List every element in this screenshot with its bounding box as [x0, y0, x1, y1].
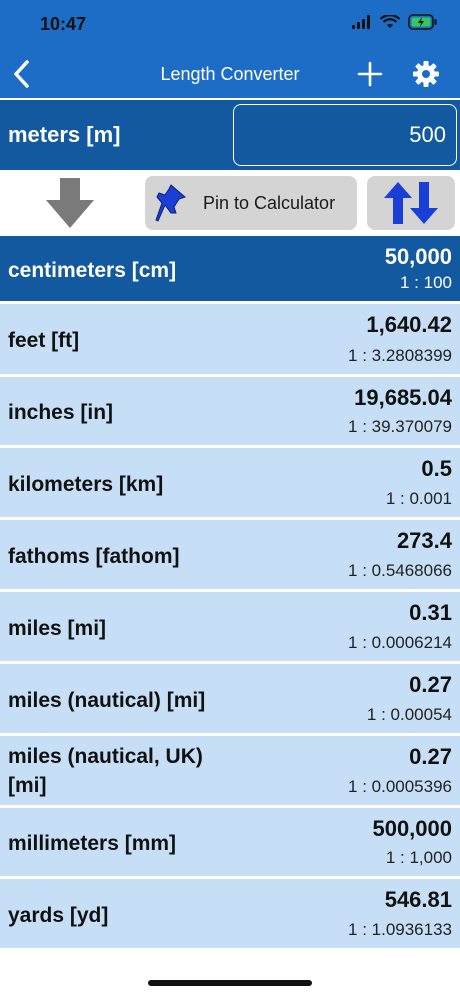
home-indicator[interactable]	[148, 980, 312, 986]
conversion-list: centimeters [cm] 50,000 1 : 100 feet [ft…	[0, 236, 460, 951]
list-item[interactable]: inches [in] 19,685.04 1 : 39.370079	[0, 377, 460, 448]
converted-value: 500,000	[372, 816, 452, 841]
unit-name-line2: [mi]	[8, 774, 47, 797]
unit-name: feet [ft]	[8, 329, 80, 352]
signal-icon	[352, 15, 370, 29]
converted-value: 0.27	[409, 744, 452, 769]
unit-name: miles (nautical) [mi]	[8, 689, 206, 712]
unit-name: yards [yd]	[8, 904, 109, 927]
toolbar: Pin to Calculator	[0, 170, 460, 236]
conversion-ratio: 1 : 0.001	[385, 489, 452, 508]
plus-icon[interactable]	[356, 60, 384, 88]
converted-value: 1,640.42	[366, 312, 452, 337]
pushpin-icon	[155, 184, 186, 222]
conversion-ratio: 1 : 3.2808399	[348, 346, 452, 365]
list-item[interactable]: miles [mi] 0.31 1 : 0.0006214	[0, 592, 460, 664]
converted-value: 273.4	[396, 528, 452, 553]
list-item[interactable]: millimeters [mm] 500,000 1 : 1,000	[0, 808, 460, 879]
nav-title: Length Converter	[160, 64, 300, 84]
converted-value: 546.81	[384, 887, 452, 912]
converted-value: 0.27	[409, 672, 452, 697]
list-item[interactable]: miles (nautical, UK) [mi] 0.27 1 : 0.000…	[0, 736, 460, 808]
wifi-icon	[380, 15, 400, 28]
status-time: 10:47	[40, 14, 87, 34]
list-item[interactable]: miles (nautical) [mi] 0.27 1 : 0.00054	[0, 664, 460, 736]
unit-name: centimeters [cm]	[8, 259, 177, 282]
pin-label: Pin to Calculator	[203, 192, 336, 213]
swap-arrows-icon	[384, 182, 438, 224]
input-unit-selector[interactable]: meters [m]	[8, 122, 120, 148]
conversion-ratio: 1 : 1.0936133	[348, 920, 452, 939]
unit-name: fathoms [fathom]	[8, 545, 180, 568]
gear-icon[interactable]	[412, 60, 440, 88]
battery-icon	[408, 14, 437, 30]
conversion-ratio: 1 : 1,000	[385, 848, 452, 867]
conversion-ratio: 1 : 0.5468066	[348, 561, 452, 580]
converted-value: 0.5	[421, 456, 452, 481]
unit-name: kilometers [km]	[8, 473, 164, 496]
unit-name: inches [in]	[8, 401, 114, 424]
list-item[interactable]: kilometers [km] 0.5 1 : 0.001	[0, 448, 460, 520]
unit-name: miles [mi]	[8, 617, 107, 640]
swap-units-button[interactable]	[367, 176, 455, 230]
input-row: meters [m] 500	[0, 100, 460, 170]
conversion-ratio: 1 : 100	[400, 273, 452, 292]
list-item[interactable]: feet [ft] 1,640.42 1 : 3.2808399	[0, 304, 460, 377]
pin-to-calculator-button[interactable]: Pin to Calculator	[145, 176, 357, 230]
header: 10:47 Length Converter	[0, 0, 460, 98]
list-item[interactable]: yards [yd] 546.81 1 : 1.0936133	[0, 879, 460, 951]
down-arrow-icon[interactable]	[42, 176, 98, 232]
conversion-ratio: 1 : 39.370079	[348, 417, 452, 436]
unit-name: millimeters [mm]	[8, 832, 177, 855]
status-icons	[352, 14, 438, 30]
unit-name: miles (nautical, UK)	[8, 745, 203, 768]
converted-value: 50,000	[384, 244, 452, 269]
conversion-ratio: 1 : 0.0006214	[348, 633, 452, 652]
list-item[interactable]: centimeters [cm] 50,000 1 : 100	[0, 236, 460, 304]
conversion-ratio: 1 : 0.00054	[366, 705, 452, 724]
value-input[interactable]: 500	[233, 104, 457, 166]
list-item[interactable]: fathoms [fathom] 273.4 1 : 0.5468066	[0, 520, 460, 592]
conversion-ratio: 1 : 0.0005396	[348, 777, 452, 796]
converted-value: 0.31	[409, 600, 452, 625]
converted-value: 19,685.04	[354, 385, 452, 410]
